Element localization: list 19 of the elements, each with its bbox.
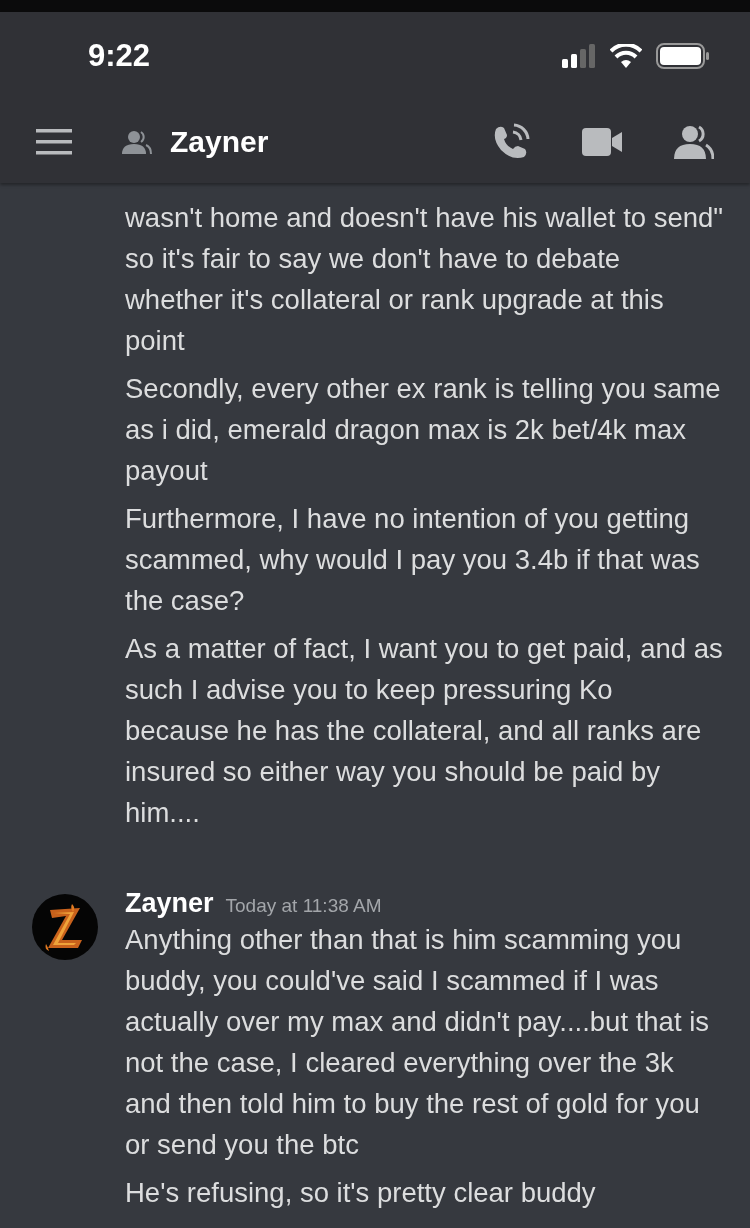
video-camera-icon[interactable] [582,127,622,156]
battery-icon [656,43,710,69]
message-text: Secondly, every other ex rank is telling you same as i did, emerald dragon max is 2k bet/4k max payout [125,372,722,488]
status-time: 9:22 [88,38,152,74]
user-icon [122,129,152,154]
phone-call-icon[interactable] [492,122,530,161]
signal-icon [562,44,596,68]
channel-title: Zayner [170,124,270,159]
message-text: He's refusing, so it's pretty clear buddy [125,1176,597,1210]
avatar[interactable] [31,894,98,960]
message-text: wasn't home and doesn't have his wallet to send" so it's fair to say we don't have to debate whether it's collateral or rank upgrade at this point [125,201,724,358]
message-text: Furthermore, I have no intention of you getting scammed, why would I pay you 3.4b if that was the case? [125,502,701,618]
menu-icon[interactable] [36,128,72,155]
wifi-icon [610,44,642,68]
message-text: Anything other than that is him scamming you buddy, you could've said I scammed if I was actually over my max and didn't pay....but that is not the case, I cleared everything over the 3k and then told him to buy the rest of gold for you or send you the btc [125,923,711,1162]
message-text: As a matter of fact, I want you to get paid, and as such I advise you to keep pressuring Ko because he has the collateral, and all ranks are insured so either way you should be paid by him.... [125,632,724,830]
members-icon[interactable] [674,124,714,159]
author-name[interactable]: Zayner [125,888,214,919]
message-timestamp: Today at 11:38 AM [225,895,382,917]
